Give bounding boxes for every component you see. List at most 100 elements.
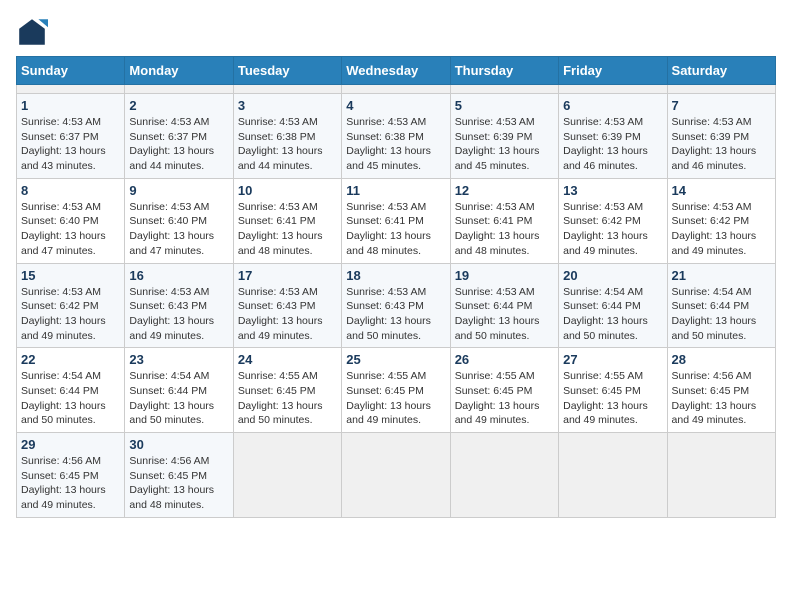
day-info: Sunrise: 4:53 AMSunset: 6:38 PMDaylight:… [346, 115, 445, 174]
calendar-cell: 9 Sunrise: 4:53 AMSunset: 6:40 PMDaylight… [125, 178, 233, 263]
day-number: 12 [455, 183, 554, 198]
day-header-monday: Monday [125, 57, 233, 85]
days-header-row: SundayMondayTuesdayWednesdayThursdayFrid… [17, 57, 776, 85]
day-info: Sunrise: 4:53 AMSunset: 6:42 PMDaylight:… [21, 285, 120, 344]
calendar-cell [342, 433, 450, 518]
day-header-tuesday: Tuesday [233, 57, 341, 85]
day-info: Sunrise: 4:53 AMSunset: 6:40 PMDaylight:… [129, 200, 228, 259]
calendar-cell [17, 85, 125, 94]
calendar-cell: 30Sunrise: 4:56 AMSunset: 6:45 PMDayligh… [125, 433, 233, 518]
day-info: Sunrise: 4:53 AMSunset: 6:39 PMDaylight:… [455, 115, 554, 174]
day-number: 23 [129, 352, 228, 367]
day-info: Sunrise: 4:53 AMSunset: 6:37 PMDaylight:… [21, 115, 120, 174]
day-number: 7 [672, 98, 771, 113]
calendar-cell: 1Sunrise: 4:53 AMSunset: 6:37 PMDaylight… [17, 94, 125, 179]
day-info: Sunrise: 4:53 AMSunset: 6:40 PMDaylight:… [21, 200, 120, 259]
day-number: 8 [21, 183, 120, 198]
day-header-friday: Friday [559, 57, 667, 85]
page-header [16, 16, 776, 48]
calendar-cell: 14 Sunrise: 4:53 AMSunset: 6:42 PMDayligh… [667, 178, 775, 263]
day-info: Sunrise: 4:56 AMSunset: 6:45 PMDaylight:… [129, 454, 228, 513]
calendar-week-row: 29 Sunrise: 4:56 AMSunset: 6:45 PMDayligh… [17, 433, 776, 518]
day-info: Sunrise: 4:53 AMSunset: 6:42 PMDaylight:… [672, 200, 771, 259]
calendar-cell: 15 Sunrise: 4:53 AMSunset: 6:42 PMDayligh… [17, 263, 125, 348]
calendar-cell: 17 Sunrise: 4:53 AMSunset: 6:43 PMDayligh… [233, 263, 341, 348]
day-info: Sunrise: 4:55 AMSunset: 6:45 PMDaylight:… [563, 369, 662, 428]
day-info: Sunrise: 4:53 AMSunset: 6:43 PMDaylight:… [238, 285, 337, 344]
day-number: 15 [21, 268, 120, 283]
calendar-cell [450, 85, 558, 94]
day-number: 2 [129, 98, 228, 113]
calendar-cell: 13 Sunrise: 4:53 AMSunset: 6:42 PMDayligh… [559, 178, 667, 263]
calendar-cell: 4 Sunrise: 4:53 AMSunset: 6:38 PMDaylight… [342, 94, 450, 179]
calendar-week-row: 1Sunrise: 4:53 AMSunset: 6:37 PMDaylight… [17, 94, 776, 179]
day-info: Sunrise: 4:53 AMSunset: 6:41 PMDaylight:… [455, 200, 554, 259]
day-number: 20 [563, 268, 662, 283]
calendar-cell: 3Sunrise: 4:53 AMSunset: 6:38 PMDaylight… [233, 94, 341, 179]
day-info: Sunrise: 4:54 AMSunset: 6:44 PMDaylight:… [672, 285, 771, 344]
day-header-saturday: Saturday [667, 57, 775, 85]
calendar-table: SundayMondayTuesdayWednesdayThursdayFrid… [16, 56, 776, 518]
calendar-cell: 18 Sunrise: 4:53 AMSunset: 6:43 PMDayligh… [342, 263, 450, 348]
calendar-cell [667, 433, 775, 518]
day-number: 18 [346, 268, 445, 283]
calendar-cell: 8 Sunrise: 4:53 AMSunset: 6:40 PMDaylight… [17, 178, 125, 263]
day-info: Sunrise: 4:53 AMSunset: 6:43 PMDaylight:… [129, 285, 228, 344]
day-header-sunday: Sunday [17, 57, 125, 85]
day-number: 16 [129, 268, 228, 283]
calendar-cell: 24Sunrise: 4:55 AMSunset: 6:45 PMDayligh… [233, 348, 341, 433]
day-number: 24 [238, 352, 337, 367]
calendar-week-row: 15 Sunrise: 4:53 AMSunset: 6:42 PMDayligh… [17, 263, 776, 348]
day-number: 10 [238, 183, 337, 198]
day-number: 28 [672, 352, 771, 367]
day-info: Sunrise: 4:53 AMSunset: 6:42 PMDaylight:… [563, 200, 662, 259]
day-info: Sunrise: 4:54 AMSunset: 6:44 PMDaylight:… [21, 369, 120, 428]
calendar-cell: 20 Sunrise: 4:54 AMSunset: 6:44 PMDayligh… [559, 263, 667, 348]
day-number: 5 [455, 98, 554, 113]
calendar-cell: 5 Sunrise: 4:53 AMSunset: 6:39 PMDaylight… [450, 94, 558, 179]
calendar-cell [559, 433, 667, 518]
day-number: 9 [129, 183, 228, 198]
logo-icon [16, 16, 48, 48]
day-number: 13 [563, 183, 662, 198]
calendar-cell [342, 85, 450, 94]
calendar-cell: 10Sunrise: 4:53 AMSunset: 6:41 PMDayligh… [233, 178, 341, 263]
day-number: 25 [346, 352, 445, 367]
day-number: 11 [346, 183, 445, 198]
calendar-cell: 23 Sunrise: 4:54 AMSunset: 6:44 PMDayligh… [125, 348, 233, 433]
calendar-cell: 19 Sunrise: 4:53 AMSunset: 6:44 PMDayligh… [450, 263, 558, 348]
calendar-header: SundayMondayTuesdayWednesdayThursdayFrid… [17, 57, 776, 85]
day-info: Sunrise: 4:54 AMSunset: 6:44 PMDaylight:… [129, 369, 228, 428]
calendar-cell [233, 433, 341, 518]
day-number: 4 [346, 98, 445, 113]
day-info: Sunrise: 4:53 AMSunset: 6:39 PMDaylight:… [563, 115, 662, 174]
calendar-cell [125, 85, 233, 94]
calendar-cell: 22 Sunrise: 4:54 AMSunset: 6:44 PMDayligh… [17, 348, 125, 433]
day-info: Sunrise: 4:53 AMSunset: 6:37 PMDaylight:… [129, 115, 228, 174]
day-number: 17 [238, 268, 337, 283]
day-info: Sunrise: 4:53 AMSunset: 6:44 PMDaylight:… [455, 285, 554, 344]
calendar-cell: 28 Sunrise: 4:56 AMSunset: 6:45 PMDayligh… [667, 348, 775, 433]
calendar-cell: 29Sunrise: 4:56 AMSunset: 6:45 PMDayligh… [17, 433, 125, 518]
calendar-cell [450, 433, 558, 518]
day-number: 19 [455, 268, 554, 283]
calendar-cell [559, 85, 667, 94]
calendar-cell: 21Sunrise: 4:54 AMSunset: 6:44 PMDayligh… [667, 263, 775, 348]
calendar-cell: 2 Sunrise: 4:53 AMSunset: 6:37 PMDaylight… [125, 94, 233, 179]
day-number: 14 [672, 183, 771, 198]
day-info: Sunrise: 4:54 AMSunset: 6:44 PMDaylight:… [563, 285, 662, 344]
calendar-week-row: 22 Sunrise: 4:54 AMSunset: 6:44 PMDayligh… [17, 348, 776, 433]
day-info: Sunrise: 4:56 AMSunset: 6:45 PMDaylight:… [672, 369, 771, 428]
day-info: Sunrise: 4:55 AMSunset: 6:45 PMDaylight:… [455, 369, 554, 428]
logo [16, 16, 52, 48]
day-info: Sunrise: 4:53 AMSunset: 6:43 PMDaylight:… [346, 285, 445, 344]
day-number: 6 [563, 98, 662, 113]
calendar-cell [233, 85, 341, 94]
calendar-cell: 11Sunrise: 4:53 AMSunset: 6:41 PMDayligh… [342, 178, 450, 263]
day-number: 26 [455, 352, 554, 367]
day-number: 3 [238, 98, 337, 113]
day-number: 29 [21, 437, 120, 452]
calendar-cell: 16 Sunrise: 4:53 AMSunset: 6:43 PMDayligh… [125, 263, 233, 348]
day-number: 27 [563, 352, 662, 367]
day-number: 22 [21, 352, 120, 367]
